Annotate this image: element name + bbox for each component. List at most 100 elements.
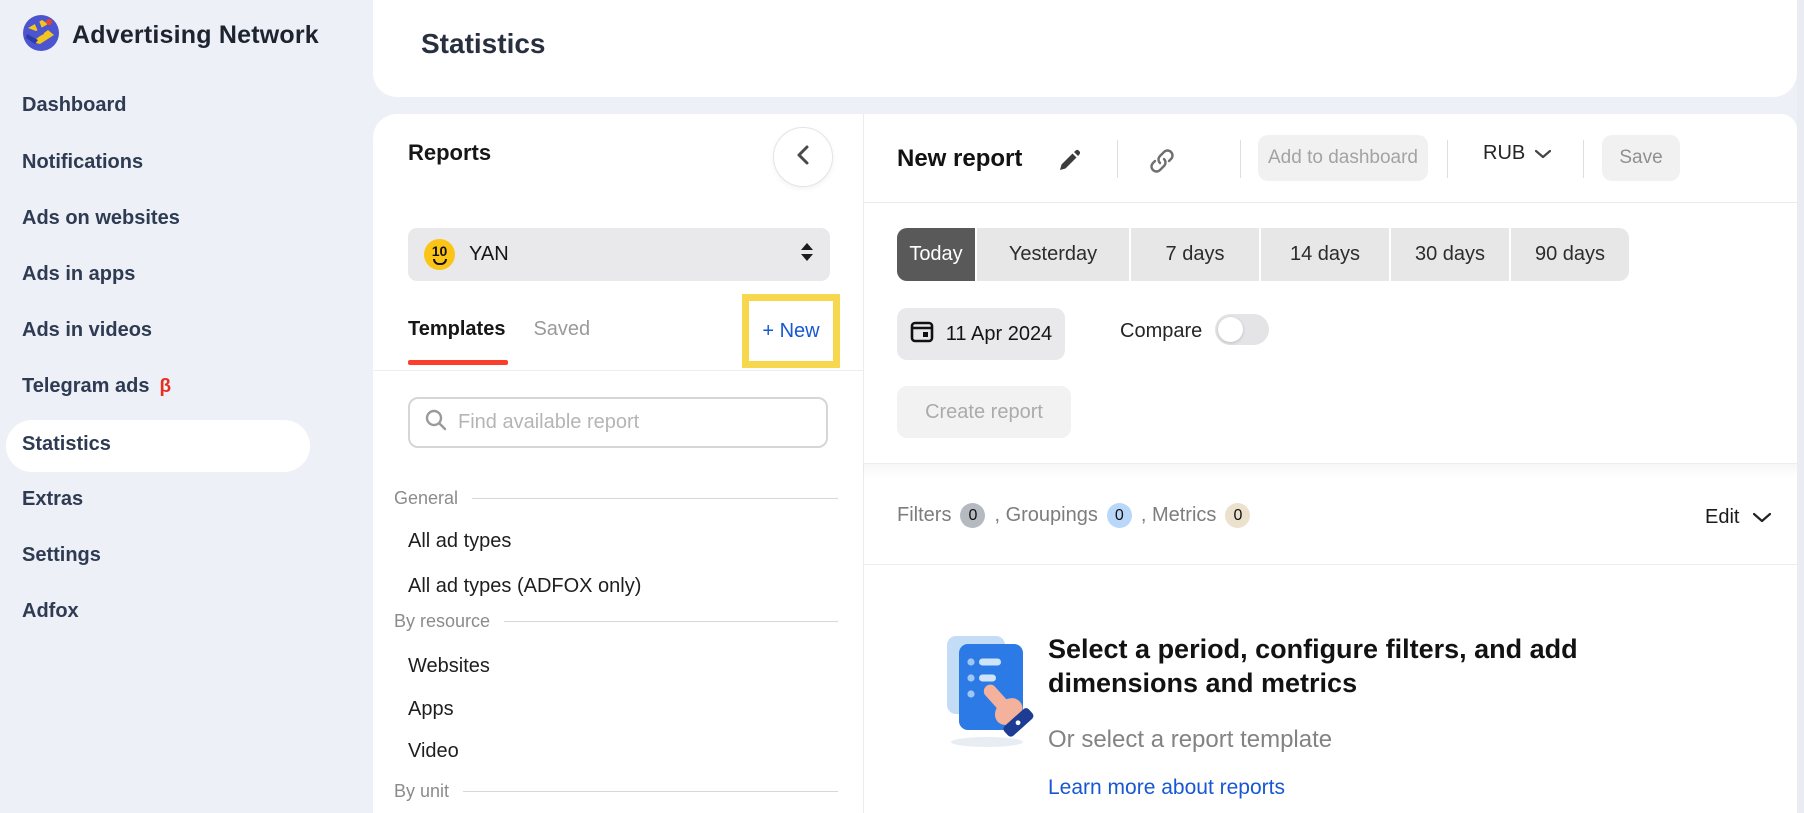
sort-arrows-icon	[800, 242, 814, 267]
sidebar-item-label: Telegram ads	[22, 375, 149, 398]
chevron-left-icon	[795, 144, 811, 171]
reports-panel-title: Reports	[408, 140, 491, 166]
learn-more-link[interactable]: Learn more about reports	[1048, 776, 1285, 800]
report-template-websites[interactable]: Websites	[408, 655, 490, 678]
smile-icon	[433, 259, 447, 265]
page-scrollbar[interactable]	[1797, 0, 1804, 813]
app-logo-text: Advertising Network	[72, 21, 319, 50]
sidebar-item-label: Statistics	[22, 433, 111, 456]
sidebar-item-ads-in-videos[interactable]: Ads in videos	[22, 319, 152, 342]
currency-selector[interactable]: RUB	[1483, 142, 1551, 165]
period-tab-14-days[interactable]: 14 days	[1261, 228, 1389, 281]
collapse-panel-button[interactable]	[773, 127, 833, 187]
toolbar-separator	[1447, 140, 1448, 178]
calendar-icon	[910, 319, 934, 349]
section-rule	[463, 791, 838, 792]
tab-saved[interactable]: Saved	[533, 318, 590, 341]
section-rule	[472, 498, 838, 499]
copy-link-button[interactable]	[1145, 146, 1179, 180]
section-title: By resource	[394, 611, 490, 632]
search-icon	[424, 408, 448, 437]
account-badge-icon: 10	[424, 239, 455, 270]
period-tab-30-days[interactable]: 30 days	[1391, 228, 1509, 281]
tab-templates[interactable]: Templates	[408, 318, 505, 341]
link-icon	[1148, 147, 1176, 180]
sidebar-item-dashboard[interactable]: Dashboard	[22, 94, 126, 117]
sidebar: Advertising Network Dashboard Notificati…	[0, 0, 373, 813]
filters-label: Filters	[897, 504, 951, 527]
empty-state-subheading: Or select a report template	[1048, 726, 1332, 754]
toggle-knob	[1218, 317, 1243, 342]
sidebar-item-label: Notifications	[22, 151, 143, 174]
toolbar-separator	[1583, 140, 1584, 178]
create-report-button[interactable]: Create report	[897, 386, 1071, 438]
page-header: Statistics	[373, 0, 1797, 97]
period-tab-90-days[interactable]: 90 days	[1511, 228, 1629, 281]
report-template-all-ad-types[interactable]: All ad types	[408, 530, 511, 553]
compare-label: Compare	[1120, 320, 1202, 343]
filters-count-badge: 0	[960, 503, 985, 528]
account-badge-number: 10	[432, 245, 448, 258]
section-rule	[504, 621, 838, 622]
editor-section-divider	[863, 564, 1797, 565]
report-template-video[interactable]: Video	[408, 740, 459, 763]
save-button[interactable]: Save	[1602, 135, 1680, 181]
account-selector[interactable]: 10 YAN	[408, 228, 830, 281]
search-input[interactable]	[458, 411, 812, 434]
main-panel: Reports 10 YAN Templates Saved	[373, 114, 1797, 813]
yandex-sphere-icon	[22, 14, 60, 57]
section-header-by-resource: By resource	[394, 611, 838, 632]
beta-badge: β	[159, 376, 171, 398]
page-title: Statistics	[421, 28, 546, 60]
add-to-dashboard-button[interactable]: Add to dashboard	[1258, 135, 1428, 181]
edit-label: Edit	[1705, 506, 1739, 529]
report-template-illustration	[945, 628, 1041, 750]
sidebar-item-label: Ads in apps	[22, 263, 135, 286]
reports-tabs: Templates Saved	[408, 318, 590, 341]
sidebar-item-telegram-ads[interactable]: Telegram ads β	[22, 375, 171, 398]
app-window: Advertising Network Dashboard Notificati…	[0, 0, 1804, 813]
new-report-button[interactable]: + New	[762, 320, 819, 343]
period-tab-yesterday[interactable]: Yesterday	[977, 228, 1129, 281]
empty-state-heading: Select a period, configure filters, and …	[1048, 632, 1628, 700]
scroll-shadow	[863, 464, 1797, 478]
groupings-label: , Groupings	[994, 504, 1097, 527]
sidebar-item-notifications[interactable]: Notifications	[22, 151, 143, 174]
chevron-down-icon	[1753, 506, 1771, 529]
sidebar-item-label: Dashboard	[22, 94, 126, 117]
active-tab-underline	[408, 360, 508, 365]
edit-config-button[interactable]: Edit	[1705, 506, 1771, 529]
sidebar-item-label: Ads in videos	[22, 319, 152, 342]
date-picker-button[interactable]: 11 Apr 2024	[897, 308, 1065, 360]
period-tab-7-days[interactable]: 7 days	[1131, 228, 1259, 281]
app-logo[interactable]: Advertising Network	[22, 14, 319, 57]
metrics-label: , Metrics	[1141, 504, 1217, 527]
sidebar-item-extras[interactable]: Extras	[22, 488, 83, 511]
section-header-general: General	[394, 488, 838, 509]
period-tabs: Today Yesterday 7 days 14 days 30 days 9…	[897, 228, 1629, 281]
section-title: By unit	[394, 781, 449, 802]
tabs-divider	[373, 370, 863, 371]
report-template-all-ad-types-adfox[interactable]: All ad types (ADFOX only)	[408, 575, 641, 598]
currency-value: RUB	[1483, 142, 1525, 165]
sidebar-item-ads-in-apps[interactable]: Ads in apps	[22, 263, 135, 286]
sidebar-item-settings[interactable]: Settings	[22, 544, 101, 567]
sidebar-item-statistics[interactable]: Statistics	[22, 433, 111, 456]
date-value: 11 Apr 2024	[946, 323, 1052, 346]
highlight-box: + New	[742, 294, 840, 368]
report-search	[408, 397, 828, 448]
sidebar-item-adfox[interactable]: Adfox	[22, 600, 79, 623]
rename-report-button[interactable]	[1053, 147, 1085, 179]
editor-header-divider	[863, 202, 1797, 203]
report-title: New report	[897, 145, 1022, 173]
sidebar-item-ads-on-websites[interactable]: Ads on websites	[22, 207, 180, 230]
compare-toggle[interactable]	[1215, 314, 1269, 345]
sidebar-item-label: Ads on websites	[22, 207, 180, 230]
period-tab-today[interactable]: Today	[897, 228, 975, 281]
report-template-apps[interactable]: Apps	[408, 698, 454, 721]
account-selector-value: YAN	[469, 243, 786, 266]
sidebar-item-label: Adfox	[22, 600, 79, 623]
groupings-count-badge: 0	[1107, 503, 1132, 528]
sidebar-item-label: Extras	[22, 488, 83, 511]
chevron-down-icon	[1535, 142, 1551, 165]
